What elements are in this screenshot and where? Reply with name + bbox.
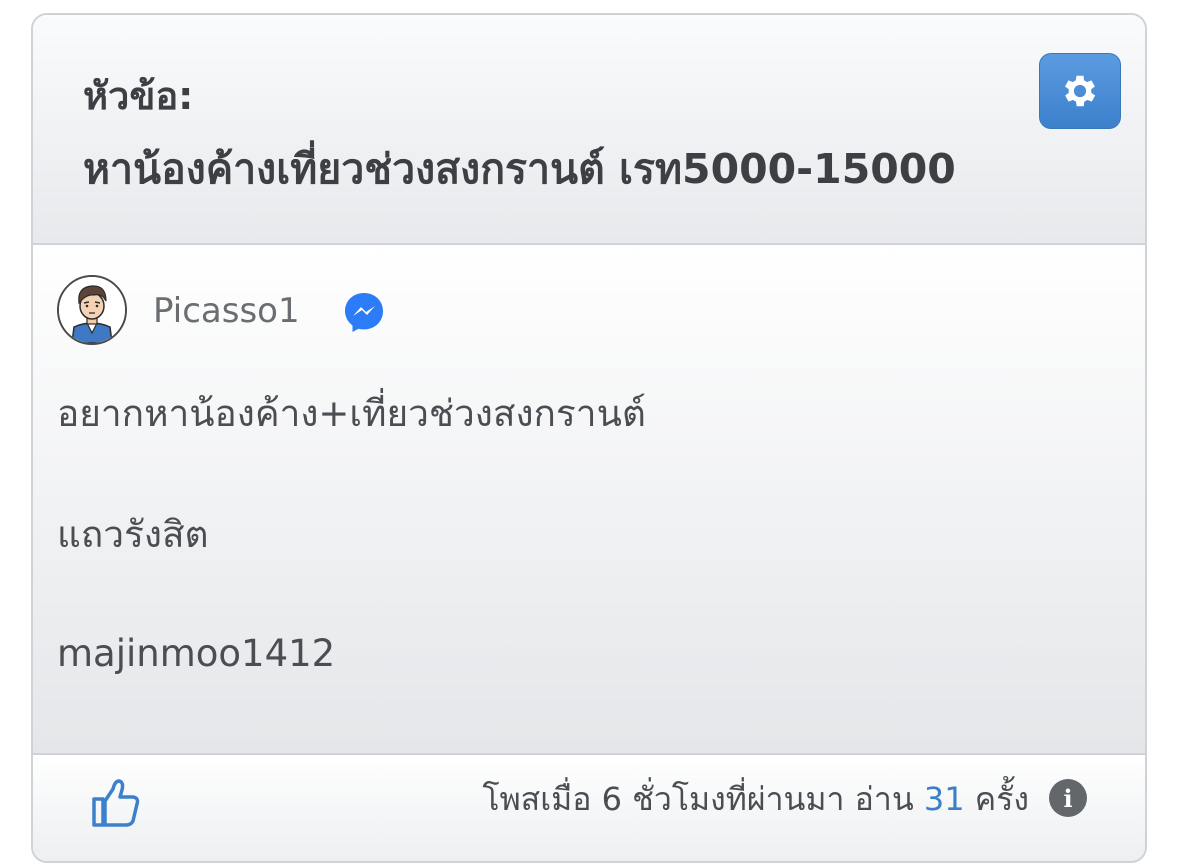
post-meta: โพสเมื่อ 6 ชั่วโมงที่ผ่านมา อ่าน 31 ครั้… [482, 783, 1029, 815]
topic-label: หัวข้อ: [83, 74, 194, 118]
read-suffix: ครั้ง [974, 780, 1029, 818]
read-count: 31 [923, 780, 965, 818]
settings-button[interactable] [1039, 53, 1121, 129]
post-line-2: แถวรังสิต [57, 513, 209, 556]
post-line-3: majinmoo1412 [57, 632, 336, 675]
info-icon[interactable]: i [1049, 779, 1087, 817]
post-body: Picasso1 อยากหาน้องค้าง+เที่ยวช่วงสงกราน… [33, 245, 1145, 755]
post-line-1: อยากหาน้องค้าง+เที่ยวช่วงสงกรานต์ [57, 392, 646, 435]
topic-card: หัวข้อ: หาน้องค้างเที่ยวช่วงสงกรานต์ เรท… [31, 13, 1147, 863]
avatar-illustration [59, 277, 125, 343]
topic-header: หัวข้อ: หาน้องค้างเที่ยวช่วงสงกรานต์ เรท… [33, 15, 1145, 245]
messenger-icon[interactable] [343, 291, 385, 333]
author-name[interactable]: Picasso1 [153, 294, 300, 328]
post-footer: โพสเมื่อ 6 ชั่วโมงที่ผ่านมา อ่าน 31 ครั้… [33, 755, 1145, 861]
info-glyph: i [1063, 783, 1073, 813]
avatar[interactable] [57, 275, 127, 345]
topic-title: หาน้องค้างเที่ยวช่วงสงกรานต์ เรท5000-150… [83, 145, 956, 193]
gear-icon [1064, 75, 1096, 107]
thumbs-up-icon[interactable] [91, 777, 141, 829]
posted-time-text: โพสเมื่อ 6 ชั่วโมงที่ผ่านมา อ่าน [482, 780, 914, 818]
